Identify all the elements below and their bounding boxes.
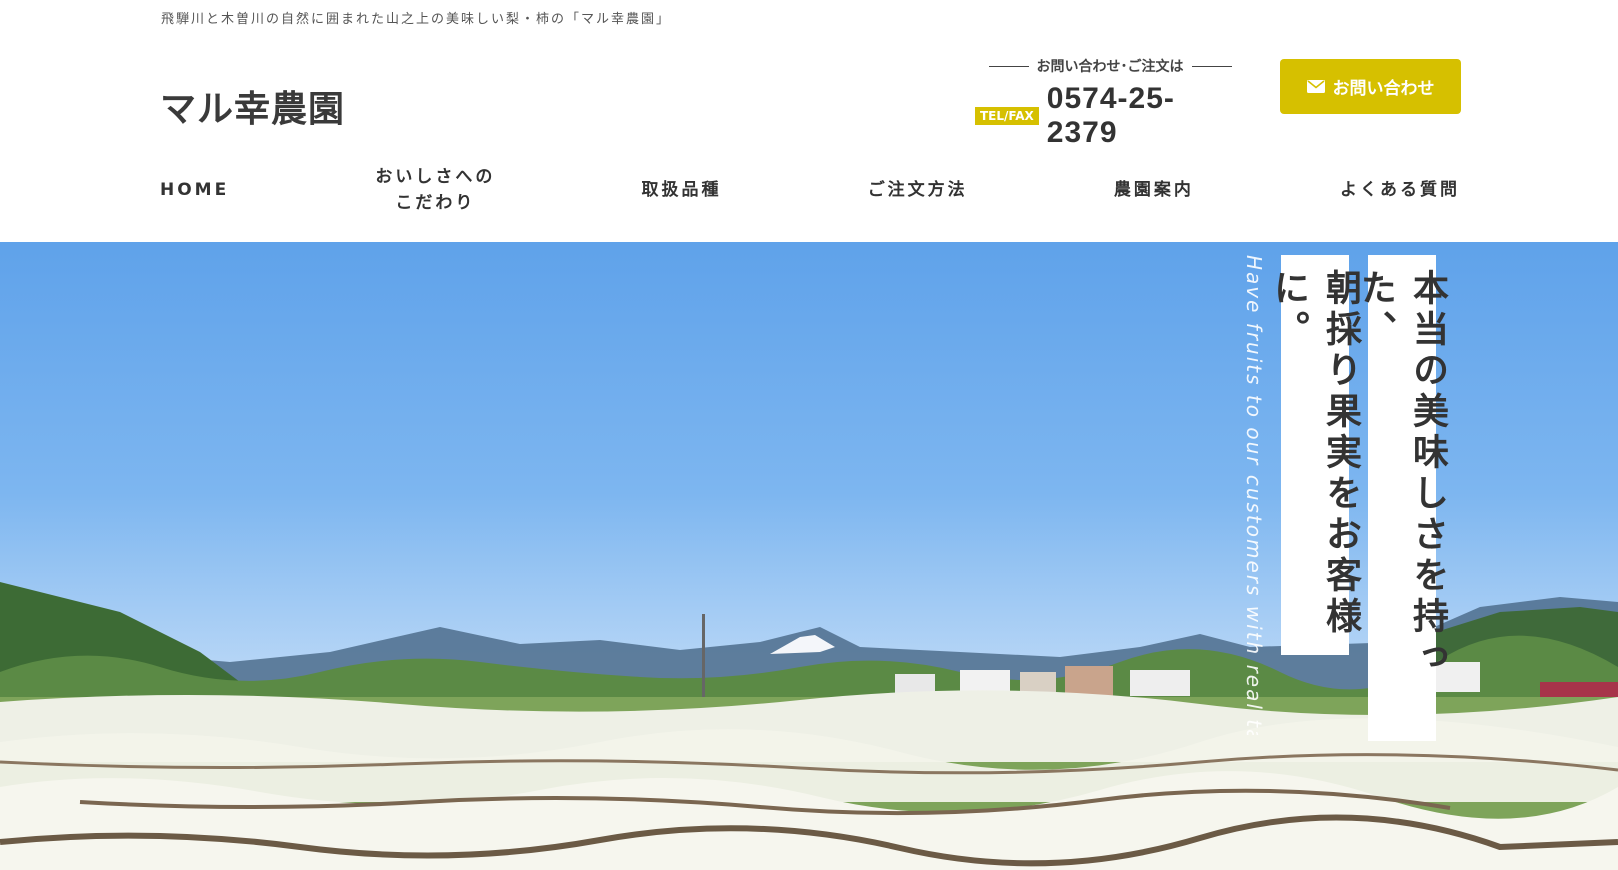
hero-copy-line1: 本当の美味しさを持った、 [1355,255,1449,741]
contact-info: お問い合わせ･ご注文は TEL/FAX 0574-25-2379 [975,56,1245,150]
hero-english-tagline: Have fruits to our customers with real t… [1242,255,1266,735]
site-logo[interactable]: マル幸農園 [160,80,345,132]
global-nav: HOME おいしさへの こだわり 取扱品種 ご注文方法 農園案内 よくある質問 [160,160,1460,220]
nav-item-varieties[interactable]: 取扱品種 [642,177,722,203]
hero-copy-line2: 朝採り果実をお客様に。 [1268,255,1362,655]
phone-row: TEL/FAX 0574-25-2379 [975,82,1245,150]
nav-item-commitment[interactable]: おいしさへの こだわり [375,164,495,216]
phone-number[interactable]: 0574-25-2379 [1047,82,1245,150]
nav-item-commitment-line1: おいしさへの [375,167,496,187]
divider-left [988,65,1029,67]
contact-button[interactable]: お問い合わせ [1280,59,1461,114]
nav-item-ordering[interactable]: ご注文方法 [868,177,968,203]
mail-icon [1306,80,1325,93]
house [1130,670,1190,696]
nav-item-home[interactable]: HOME [160,177,229,203]
nav-item-faq[interactable]: よくある質問 [1340,177,1460,203]
nav-item-farm-info[interactable]: 農園案内 [1114,177,1194,203]
contact-lead-text: お問い合わせ･ご注文は [1036,59,1184,75]
site-tagline: 飛騨川と木曽川の自然に囲まれた山之上の美味しい梨・柿の「マル幸農園」 [161,12,672,27]
divider-right [1191,65,1232,67]
tel-fax-badge: TEL/FAX [975,107,1039,125]
contact-button-label: お問い合わせ [1332,79,1435,99]
tower [702,614,705,699]
house [1065,666,1113,696]
contact-lead: お問い合わせ･ご注文は [975,56,1245,76]
nav-item-commitment-line2: こだわり [395,193,476,213]
